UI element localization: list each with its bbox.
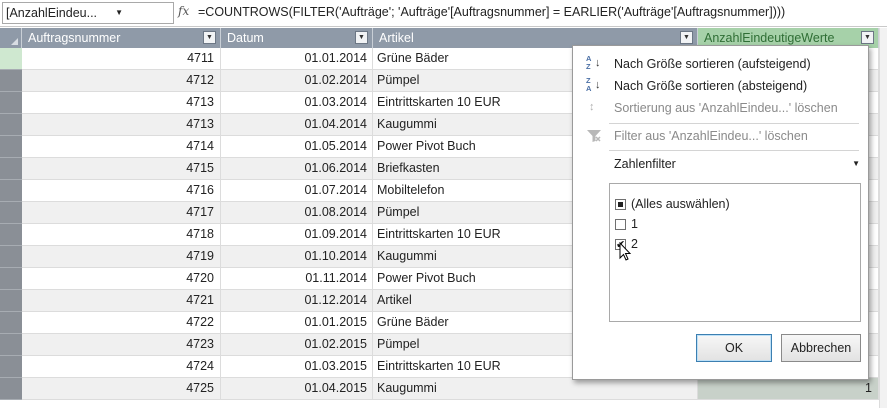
auftragsnummer-cell[interactable]: 4711 bbox=[22, 48, 221, 70]
auftragsnummer-cell[interactable]: 4723 bbox=[22, 334, 221, 356]
datum-cell[interactable]: 01.07.2014 bbox=[221, 180, 373, 202]
select-all-corner[interactable] bbox=[0, 28, 22, 48]
row-selector[interactable] bbox=[0, 158, 22, 180]
datum-cell[interactable]: 01.02.2014 bbox=[221, 70, 373, 92]
column-header-datum[interactable]: Datum ▼ bbox=[221, 28, 373, 48]
vertical-scrollbar[interactable] bbox=[879, 28, 887, 408]
filter-option-label: (Alles auswählen) bbox=[631, 197, 730, 211]
row-selector[interactable] bbox=[0, 312, 22, 334]
sort-descending-label: Nach Größe sortieren (absteigend) bbox=[614, 79, 808, 93]
filter-dropdown-icon[interactable]: ▼ bbox=[680, 31, 693, 44]
sort-ascending-item[interactable]: A Z ↓ Nach Größe sortieren (aufsteigend) bbox=[573, 53, 868, 75]
submenu-arrow-icon: ▼ bbox=[852, 159, 860, 168]
column-header-label: Auftragsnummer bbox=[28, 31, 121, 45]
cancel-button[interactable]: Abbrechen bbox=[781, 334, 861, 362]
row-selector[interactable] bbox=[0, 290, 22, 312]
table-row[interactable]: 4725 01.04.2015 Kaugummi 1 bbox=[0, 378, 887, 400]
column-header-label: AnzahlEindeutigeWerte bbox=[704, 31, 835, 45]
datum-cell[interactable]: 01.10.2014 bbox=[221, 246, 373, 268]
filter-value-list[interactable]: (Alles auswählen) 1 2 bbox=[609, 183, 861, 322]
ok-button[interactable]: OK bbox=[696, 334, 772, 362]
row-selector[interactable] bbox=[0, 180, 22, 202]
datum-cell[interactable]: 01.06.2014 bbox=[221, 158, 373, 180]
auftragsnummer-cell[interactable]: 4715 bbox=[22, 158, 221, 180]
filter-option-1[interactable]: 1 bbox=[615, 215, 638, 233]
row-selector[interactable] bbox=[0, 246, 22, 268]
anzahl-cell[interactable]: 1 bbox=[698, 378, 879, 400]
filter-option-label: 1 bbox=[631, 217, 638, 231]
sort-descending-icon: Z A ↓ bbox=[586, 76, 601, 93]
clear-filter-item: Filter aus 'AnzahlEindeu...' löschen bbox=[573, 125, 868, 147]
auftragsnummer-cell[interactable]: 4722 bbox=[22, 312, 221, 334]
datum-cell[interactable]: 01.12.2014 bbox=[221, 290, 373, 312]
datum-cell[interactable]: 01.03.2014 bbox=[221, 92, 373, 114]
sort-ascending-icon: A Z ↓ bbox=[586, 54, 601, 71]
row-selector[interactable] bbox=[0, 202, 22, 224]
datum-cell[interactable]: 01.01.2015 bbox=[221, 312, 373, 334]
clear-sort-icon: ↕ bbox=[589, 101, 595, 113]
function-icon[interactable]: fx bbox=[178, 4, 189, 18]
datum-cell[interactable]: 01.03.2015 bbox=[221, 356, 373, 378]
clear-filter-label: Filter aus 'AnzahlEindeu...' löschen bbox=[614, 129, 808, 143]
number-filter-item[interactable]: Zahlenfilter ▼ bbox=[614, 153, 864, 175]
filter-menu: A Z ↓ Nach Größe sortieren (aufsteigend) Z… bbox=[572, 45, 869, 380]
filter-option-select-all[interactable]: (Alles auswählen) bbox=[615, 195, 730, 213]
row-selector[interactable] bbox=[0, 92, 22, 114]
number-filter-label: Zahlenfilter bbox=[614, 157, 676, 171]
auftragsnummer-cell[interactable]: 4716 bbox=[22, 180, 221, 202]
row-selector[interactable] bbox=[0, 70, 22, 92]
row-selector[interactable] bbox=[0, 356, 22, 378]
row-selector[interactable] bbox=[0, 224, 22, 246]
filter-dropdown-icon[interactable]: ▼ bbox=[203, 31, 216, 44]
auftragsnummer-cell[interactable]: 4712 bbox=[22, 70, 221, 92]
datum-cell[interactable]: 01.04.2015 bbox=[221, 378, 373, 400]
checkbox-icon[interactable] bbox=[615, 219, 626, 230]
sort-descending-item[interactable]: Z A ↓ Nach Größe sortieren (absteigend) bbox=[573, 75, 868, 97]
row-selector[interactable] bbox=[0, 136, 22, 158]
auftragsnummer-cell[interactable]: 4719 bbox=[22, 246, 221, 268]
row-selector[interactable] bbox=[0, 378, 22, 400]
datum-cell[interactable]: 01.01.2014 bbox=[221, 48, 373, 70]
sort-ascending-label: Nach Größe sortieren (aufsteigend) bbox=[614, 57, 811, 71]
funnel-clear-icon bbox=[587, 130, 601, 142]
auftragsnummer-cell[interactable]: 4720 bbox=[22, 268, 221, 290]
mouse-pointer-icon bbox=[619, 242, 632, 261]
menu-divider bbox=[609, 123, 859, 124]
auftragsnummer-cell[interactable]: 4714 bbox=[22, 136, 221, 158]
column-header-label: Artikel bbox=[379, 31, 414, 45]
chevron-down-icon[interactable]: ▼ bbox=[115, 3, 123, 23]
auftragsnummer-cell[interactable]: 4725 bbox=[22, 378, 221, 400]
menu-divider bbox=[609, 150, 859, 151]
formula-input[interactable]: =COUNTROWS(FILTER('Aufträge'; 'Aufträge'… bbox=[198, 5, 785, 19]
filter-dropdown-icon[interactable]: ▼ bbox=[355, 31, 368, 44]
datum-cell[interactable]: 01.09.2014 bbox=[221, 224, 373, 246]
row-selector[interactable] bbox=[0, 48, 22, 70]
datum-cell[interactable]: 01.11.2014 bbox=[221, 268, 373, 290]
clear-sort-label: Sortierung aus 'AnzahlEindeu...' löschen bbox=[614, 101, 838, 115]
auftragsnummer-cell[interactable]: 4713 bbox=[22, 114, 221, 136]
name-box[interactable]: [AnzahlEindeu... ▼ bbox=[2, 2, 174, 24]
auftragsnummer-cell[interactable]: 4721 bbox=[22, 290, 221, 312]
artikel-cell[interactable]: Kaugummi bbox=[373, 378, 698, 400]
datum-cell[interactable]: 01.08.2014 bbox=[221, 202, 373, 224]
column-header-label: Datum bbox=[227, 31, 264, 45]
formula-bar: [AnzahlEindeu... ▼ fx =COUNTROWS(FILTER(… bbox=[0, 0, 887, 27]
checkbox-partial-icon[interactable] bbox=[615, 199, 626, 210]
auftragsnummer-cell[interactable]: 4724 bbox=[22, 356, 221, 378]
datum-cell[interactable]: 01.04.2014 bbox=[221, 114, 373, 136]
datum-cell[interactable]: 01.05.2014 bbox=[221, 136, 373, 158]
column-header-auftragsnummer[interactable]: Auftragsnummer ▼ bbox=[22, 28, 221, 48]
auftragsnummer-cell[interactable]: 4718 bbox=[22, 224, 221, 246]
row-selector[interactable] bbox=[0, 334, 22, 356]
datum-cell[interactable]: 01.02.2015 bbox=[221, 334, 373, 356]
auftragsnummer-cell[interactable]: 4717 bbox=[22, 202, 221, 224]
name-box-value: [AnzahlEindeu... bbox=[6, 6, 98, 20]
filter-dropdown-icon[interactable]: ▼ bbox=[861, 31, 874, 44]
auftragsnummer-cell[interactable]: 4713 bbox=[22, 92, 221, 114]
clear-sort-item: ↕ Sortierung aus 'AnzahlEindeu...' lösch… bbox=[573, 97, 868, 119]
row-selector[interactable] bbox=[0, 114, 22, 136]
row-selector[interactable] bbox=[0, 268, 22, 290]
